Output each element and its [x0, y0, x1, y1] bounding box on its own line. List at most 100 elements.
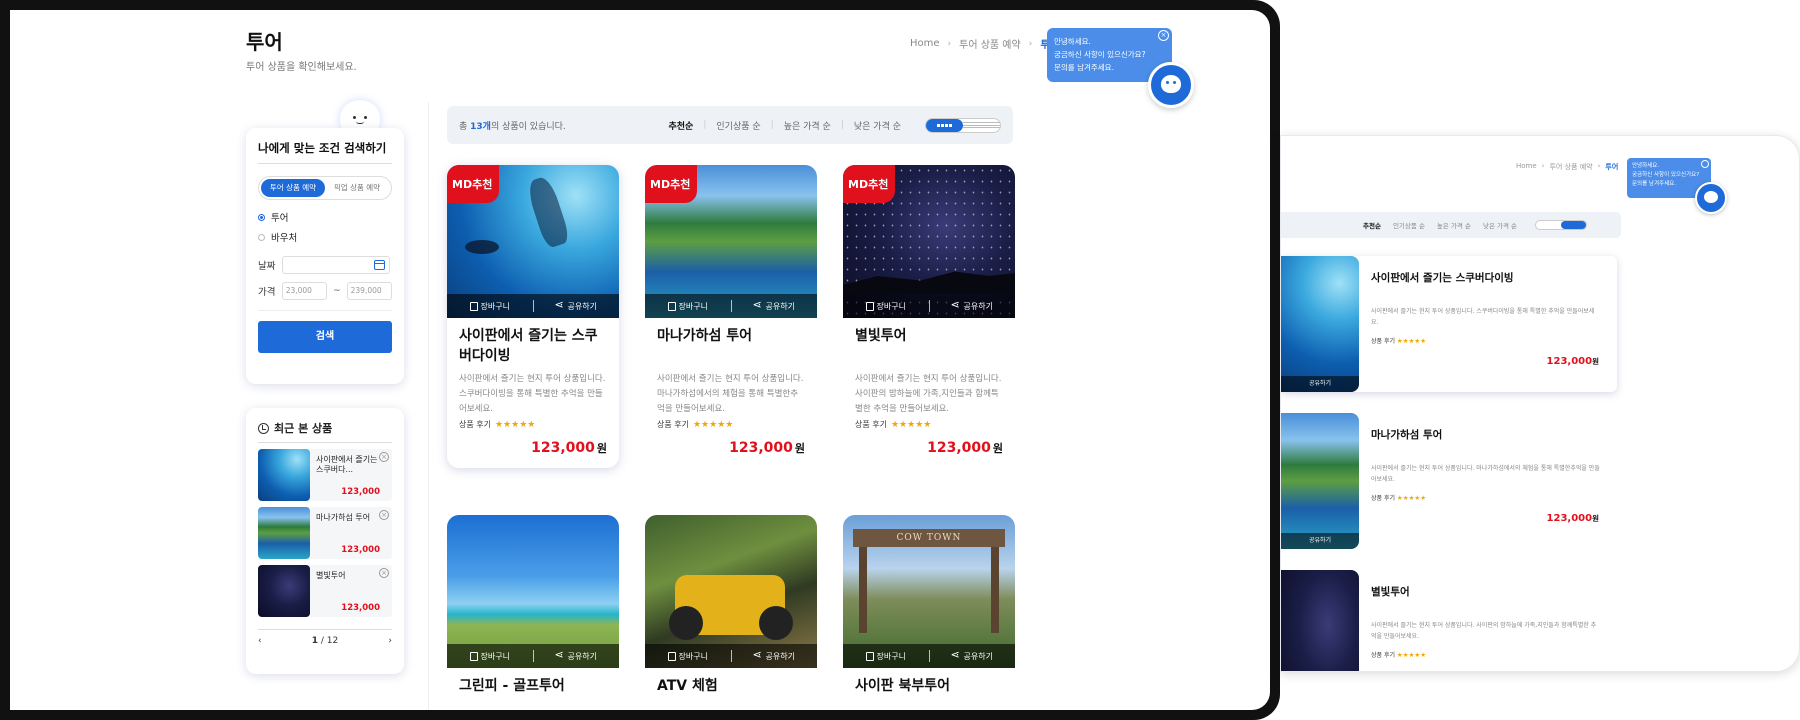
product-image[interactable]: 장바구니 공유하기 [645, 515, 817, 668]
shopping-bag-icon [865, 651, 874, 661]
recent-item-name: 마나가하섬 투어 [316, 513, 371, 522]
cart-button[interactable]: 장바구니 [447, 651, 533, 662]
card-title[interactable]: 사이판 북부투어 [855, 676, 1003, 710]
product-thumb[interactable]: 공유하기 [1281, 256, 1359, 392]
sort-popular[interactable]: 인기상품 순 [716, 119, 760, 132]
product-thumb[interactable]: 공유하기 [1281, 413, 1359, 549]
card-action-bar: 장바구니 공유하기 [447, 644, 619, 668]
breadcrumb-home[interactable]: Home [1516, 162, 1537, 172]
share-button[interactable]: 공유하기 [534, 298, 620, 312]
product-image[interactable]: 장바구니 공유하기 [447, 515, 619, 668]
price-max-input[interactable]: 239,000 [346, 282, 392, 300]
list-item-title[interactable]: 마나가하섬 투어 [1371, 427, 1442, 442]
list-item-title[interactable]: 별빛투어 [1371, 584, 1410, 599]
sort-popular[interactable]: 인기상품 순 [1393, 220, 1425, 230]
share-button[interactable]: 공유하기 [1281, 376, 1359, 392]
review-row: 상품 후기 ★★★★★ [657, 419, 805, 430]
product-image[interactable]: MD추천 장바구니 공유하기 [843, 165, 1015, 318]
sort-price-low[interactable]: 낮은 가격 순 [854, 119, 901, 132]
page-subtitle: 투어 상품을 확인해보세요. [246, 62, 357, 73]
sort-recommended[interactable]: 추천순 [669, 119, 694, 132]
card-body: 별빛투어 사이판에서 즐기는 현지 투어 상품입니다. 사이판의 밤하늘에 가족… [843, 318, 1015, 468]
share-button[interactable]: 공유하기 [930, 298, 1016, 312]
breadcrumb-home[interactable]: Home [910, 38, 940, 49]
recent-item[interactable]: 별빛투어 123,000 × [258, 565, 392, 617]
list-item[interactable]: 공유하기 사이판에서 즐기는 스쿠버다이빙 사이판에서 즐기는 현지 투어 상품… [1281, 256, 1617, 392]
list-item-description: 사이판에서 즐기는 현지 투어 상품입니다. 사이판의 밤하늘에 가족,지인들과… [1371, 622, 1597, 640]
card-title[interactable]: 사이판에서 즐기는 스쿠버다이빙 [459, 326, 607, 366]
remove-icon[interactable]: × [379, 510, 389, 520]
product-card[interactable]: COW TOWN 장바구니 공유하기 사이판 북부투어 [843, 515, 1015, 710]
sort-price-low[interactable]: 낮은 가격 순 [1483, 220, 1517, 230]
radio-tour-row[interactable]: 투어 [258, 210, 392, 224]
share-button[interactable]: 공유하기 [930, 648, 1016, 662]
card-title[interactable]: 그린피 - 골프투어 [459, 676, 607, 710]
product-card[interactable]: 장바구니 공유하기 그린피 - 골프투어 [447, 515, 619, 710]
list-item-title[interactable]: 사이판에서 즐기는 스쿠버다이빙 [1371, 270, 1514, 285]
cart-label: 장바구니 [876, 301, 906, 311]
breadcrumb-tour-booking[interactable]: 투어 상품 예약 [1549, 162, 1592, 172]
share-label: 공유하기 [963, 301, 993, 311]
list-item[interactable]: 별빛투어 사이판에서 즐기는 현지 투어 상품입니다. 사이판의 밤하늘에 가족… [1281, 570, 1617, 671]
list-item[interactable]: 공유하기 마나가하섬 투어 사이판에서 즐기는 현지 투어 상품입니다. 마나가… [1281, 413, 1617, 549]
card-title[interactable]: ATV 체험 [657, 676, 805, 710]
share-button[interactable]: 공유하기 [732, 648, 818, 662]
radio-checked-icon[interactable] [258, 213, 265, 221]
star-rating-icon: ★★★★★ [494, 419, 536, 430]
chat-line: 궁금하신 사항이 있으신가요? [1054, 50, 1146, 59]
remove-icon[interactable]: × [379, 452, 389, 462]
cowtown-sign: COW TOWN [853, 529, 1005, 547]
product-image[interactable]: MD추천 장바구니 공유하기 [645, 165, 817, 318]
card-action-bar: 장바구니 공유하기 [843, 644, 1015, 668]
product-image[interactable]: MD추천 장바구니 공유하기 [447, 165, 619, 318]
remove-icon[interactable]: × [379, 568, 389, 578]
product-card[interactable]: MD추천 장바구니 공유하기 사이판에서 즐기는 스쿠버다이빙 사이판에서 즐기… [447, 165, 619, 468]
calendar-icon[interactable] [374, 260, 385, 270]
chatbot-icon[interactable] [1148, 62, 1194, 108]
tab-pickup-booking[interactable]: 픽업 상품 예약 [325, 179, 389, 197]
grid-view-button[interactable] [1536, 221, 1561, 229]
product-card[interactable]: MD추천 장바구니 공유하기 별빛투어 사이판에서 즐기는 현지 투어 상품입니… [843, 165, 1015, 468]
close-icon[interactable]: × [1158, 30, 1169, 41]
card-title[interactable]: 별빛투어 [855, 326, 1003, 366]
sort-price-high[interactable]: 높은 가격 순 [1437, 220, 1471, 230]
review-row: 상품 후기 ★★★★★ [1371, 336, 1426, 345]
next-page-icon[interactable]: › [388, 636, 392, 646]
card-title[interactable]: 마나가하섬 투어 [657, 326, 805, 366]
price-min-input[interactable]: 23,000 [281, 282, 328, 300]
product-card[interactable]: 장바구니 공유하기 ATV 체험 [645, 515, 817, 710]
product-thumb[interactable] [1281, 570, 1359, 671]
chatbot-icon[interactable] [1695, 182, 1727, 214]
product-card[interactable]: MD추천 장바구니 공유하기 마나가하섬 투어 사이판에서 즐기는 현지 투어 … [645, 165, 817, 468]
cart-button[interactable]: 장바구니 [843, 651, 929, 662]
recent-thumb[interactable] [258, 507, 310, 559]
cart-button[interactable]: 장바구니 [645, 301, 731, 312]
share-button[interactable]: 공유하기 [534, 648, 620, 662]
close-icon[interactable] [1701, 160, 1709, 168]
list-view-button[interactable] [1561, 221, 1587, 229]
cart-button[interactable]: 장바구니 [447, 301, 533, 312]
recent-item[interactable]: 마나가하섬 투어 123,000 × [258, 507, 392, 559]
radio-voucher-row[interactable]: 바우처 [258, 230, 392, 244]
recent-item[interactable]: 사이판에서 즐기는 스쿠버다... 123,000 × [258, 449, 392, 501]
star-rating-icon: ★★★★★ [890, 419, 932, 430]
prev-page-icon[interactable]: ‹ [258, 636, 262, 646]
share-button[interactable]: 공유하기 [732, 298, 818, 312]
share-button[interactable]: 공유하기 [1281, 533, 1359, 549]
recent-thumb[interactable] [258, 449, 310, 501]
card-description: 사이판에서 즐기는 현지 투어 상품입니다. 스쿠버다이빙을 통해 특별한 추억… [459, 374, 606, 414]
list-view-button[interactable] [963, 119, 1000, 132]
breadcrumb-tour-booking[interactable]: 투어 상품 예약 [959, 36, 1021, 51]
sort-price-high[interactable]: 높은 가격 순 [784, 119, 831, 132]
recent-thumb[interactable] [258, 565, 310, 617]
cart-button[interactable]: 장바구니 [843, 301, 929, 312]
cart-button[interactable]: 장바구니 [645, 651, 731, 662]
tab-tour-booking[interactable]: 투어 상품 예약 [261, 179, 325, 197]
grid-view-button[interactable] [926, 118, 963, 132]
date-input[interactable] [282, 256, 390, 274]
sort-recommended[interactable]: 추천순 [1363, 220, 1381, 230]
search-button[interactable]: 검색 [258, 321, 392, 353]
product-image[interactable]: COW TOWN 장바구니 공유하기 [843, 515, 1015, 668]
md-badge: MD추천 [843, 165, 895, 203]
radio-unchecked-icon[interactable] [258, 233, 265, 241]
